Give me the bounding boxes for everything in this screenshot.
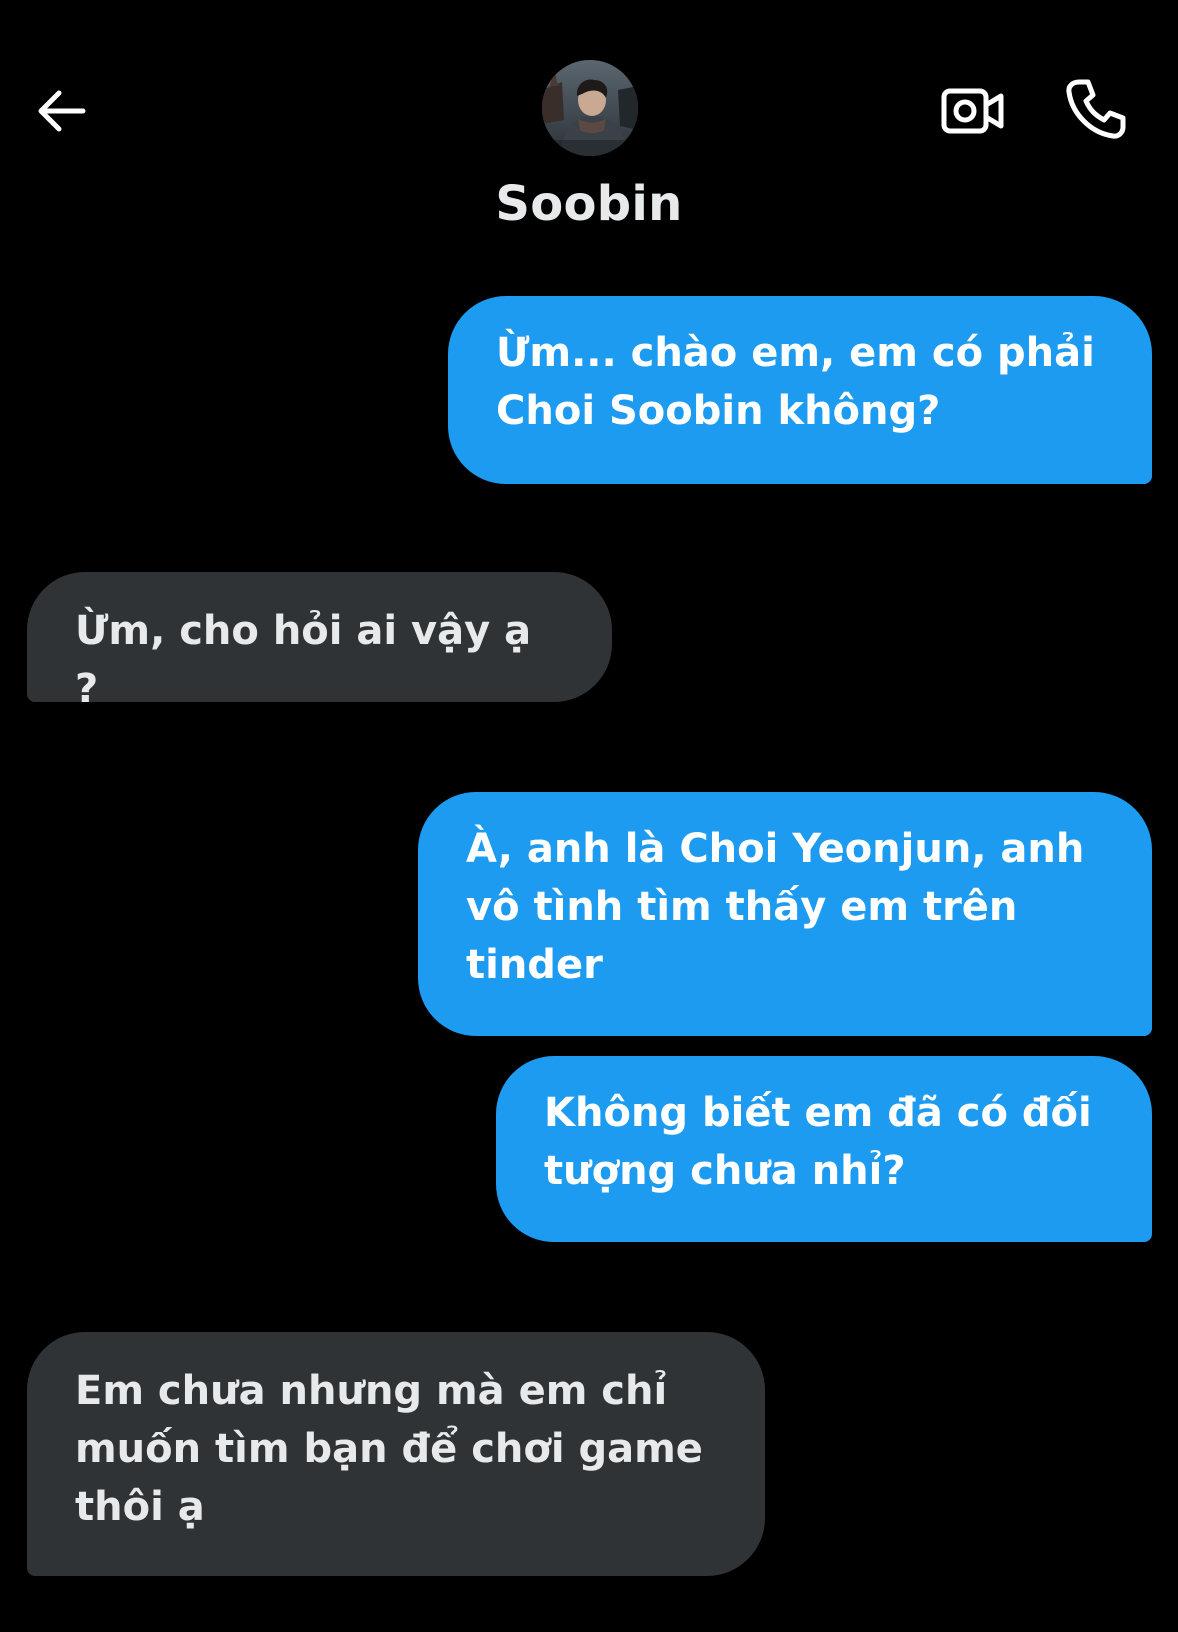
incoming-message[interactable]: Em chưa nhưng mà em chỉ muốn tìm bạn để … (27, 1332, 765, 1576)
message-text: Ừm... chào em, em có phải Choi Soobin kh… (496, 330, 1095, 434)
message-text: Ừm, cho hỏi ai vậy ạ ? (75, 608, 532, 712)
message-text: Không biết em đã có đối tượng chưa nhỉ? (544, 1090, 1092, 1194)
avatar-photo (542, 60, 638, 156)
video-call-button[interactable] (938, 76, 1008, 146)
back-button[interactable] (28, 78, 94, 144)
outgoing-message[interactable]: Không biết em đã có đối tượng chưa nhỉ? (496, 1056, 1152, 1242)
contact-name[interactable]: Soobin (389, 176, 789, 232)
message-text: Em chưa nhưng mà em chỉ muốn tìm bạn để … (75, 1368, 703, 1530)
outgoing-message[interactable]: Ừm... chào em, em có phải Choi Soobin kh… (448, 296, 1152, 484)
contact-avatar[interactable] (542, 60, 638, 156)
outgoing-message[interactable]: À, anh là Choi Yeonjun, anh vô tình tìm … (418, 792, 1152, 1036)
phone-icon (1066, 79, 1126, 139)
message-text: À, anh là Choi Yeonjun, anh vô tình tìm … (466, 826, 1085, 988)
video-call-icon (941, 88, 1004, 134)
chat-header: Soobin (0, 0, 1178, 260)
incoming-message[interactable]: Ừm, cho hỏi ai vậy ạ ? (27, 572, 612, 712)
voice-call-button[interactable] (1058, 72, 1132, 146)
arrow-left-icon (38, 90, 86, 132)
